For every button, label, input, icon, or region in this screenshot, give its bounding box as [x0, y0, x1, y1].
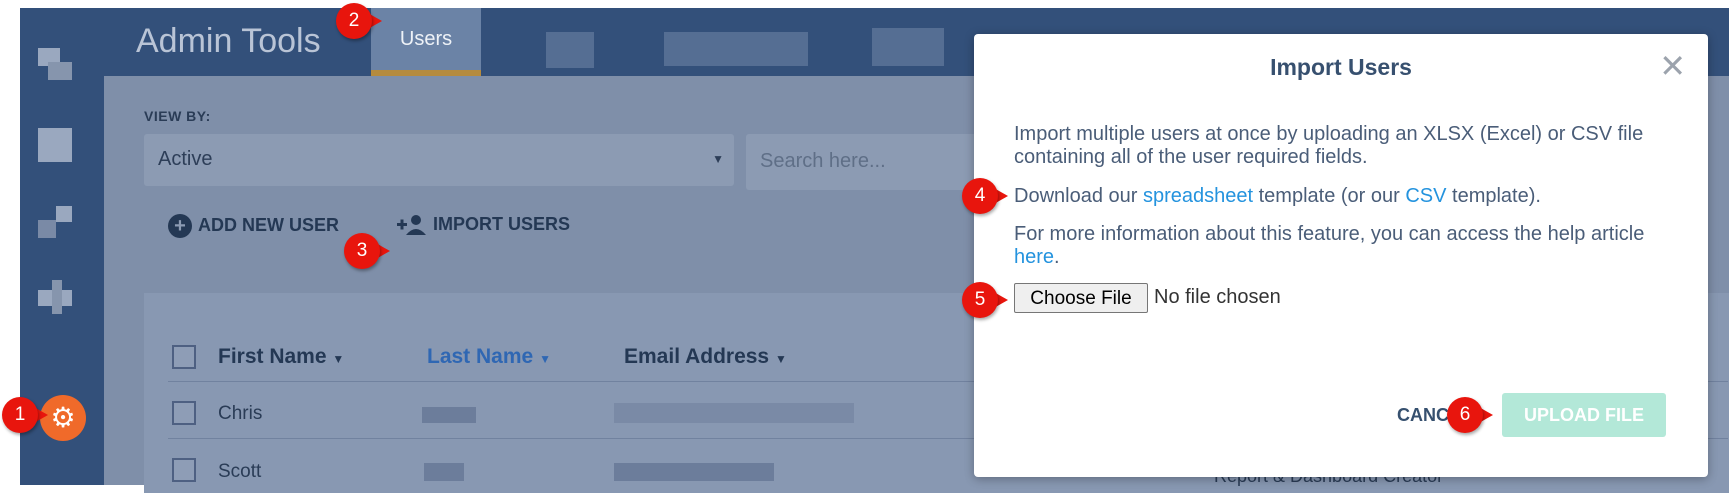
tab-users[interactable]: Users — [371, 8, 481, 76]
choose-file-button[interactable]: Choose File — [1014, 283, 1148, 313]
app-title: Admin Tools — [136, 22, 321, 60]
select-all-checkbox[interactable] — [172, 345, 196, 369]
nav-icon-1[interactable] — [38, 48, 72, 82]
column-first-name[interactable]: First Name ▼ — [218, 345, 344, 369]
import-users-button[interactable]: IMPORT USERS — [395, 214, 570, 236]
help-article-text: For more information about this feature,… — [1014, 223, 1645, 268]
csv-template-link[interactable]: CSV — [1405, 185, 1446, 207]
step-marker-4: 4 — [962, 178, 1008, 214]
step-marker-3: 3 — [344, 233, 390, 269]
file-status-text: No file chosen — [1154, 286, 1281, 308]
redacted-last-name — [422, 407, 476, 423]
row-checkbox[interactable] — [172, 458, 196, 482]
first-name-cell: Chris — [218, 403, 263, 424]
row-checkbox[interactable] — [172, 401, 196, 425]
view-by-value: Active — [158, 148, 213, 170]
help-article-link[interactable]: here — [1014, 246, 1054, 268]
download-template-text: Download our spreadsheet template (or ou… — [1014, 185, 1541, 207]
plus-circle-icon: + — [168, 214, 192, 238]
import-users-label: IMPORT USERS — [433, 214, 571, 234]
step-marker-1: 1 — [2, 397, 48, 433]
nav-icon-4[interactable] — [38, 280, 72, 314]
redacted-email — [614, 403, 854, 423]
nav-icon-2[interactable] — [38, 128, 72, 162]
search-placeholder: Search here... — [760, 150, 886, 172]
redacted-email — [614, 463, 774, 481]
modal-title: Import Users — [1270, 54, 1412, 80]
column-last-name[interactable]: Last Name ▼ — [427, 345, 551, 369]
redacted-last-name — [424, 463, 464, 481]
view-by-label: VIEW BY: — [144, 108, 211, 124]
column-email-address[interactable]: Email Address ▼ — [624, 345, 787, 369]
upload-file-button[interactable]: UPLOAD FILE — [1502, 393, 1666, 437]
first-name-cell: Scott — [218, 461, 262, 482]
close-icon[interactable]: ✕ — [1659, 50, 1686, 82]
modal-description: Import multiple users at once by uploadi… — [1014, 123, 1644, 168]
step-marker-5: 5 — [962, 282, 1008, 318]
add-new-user-label: ADD NEW USER — [198, 214, 340, 235]
chevron-down-icon: ▼ — [712, 152, 724, 166]
add-new-user-button[interactable]: + ADD NEW USER — [168, 214, 339, 238]
nav-icon-3[interactable] — [38, 206, 72, 240]
spreadsheet-template-link[interactable]: spreadsheet — [1143, 185, 1253, 207]
step-marker-6: 6 — [1447, 397, 1493, 433]
add-person-icon — [397, 215, 426, 236]
step-marker-2: 2 — [336, 3, 382, 39]
import-users-modal: Import Users ✕ Import multiple users at … — [974, 34, 1708, 477]
view-by-select[interactable]: Active ▼ — [144, 134, 734, 186]
